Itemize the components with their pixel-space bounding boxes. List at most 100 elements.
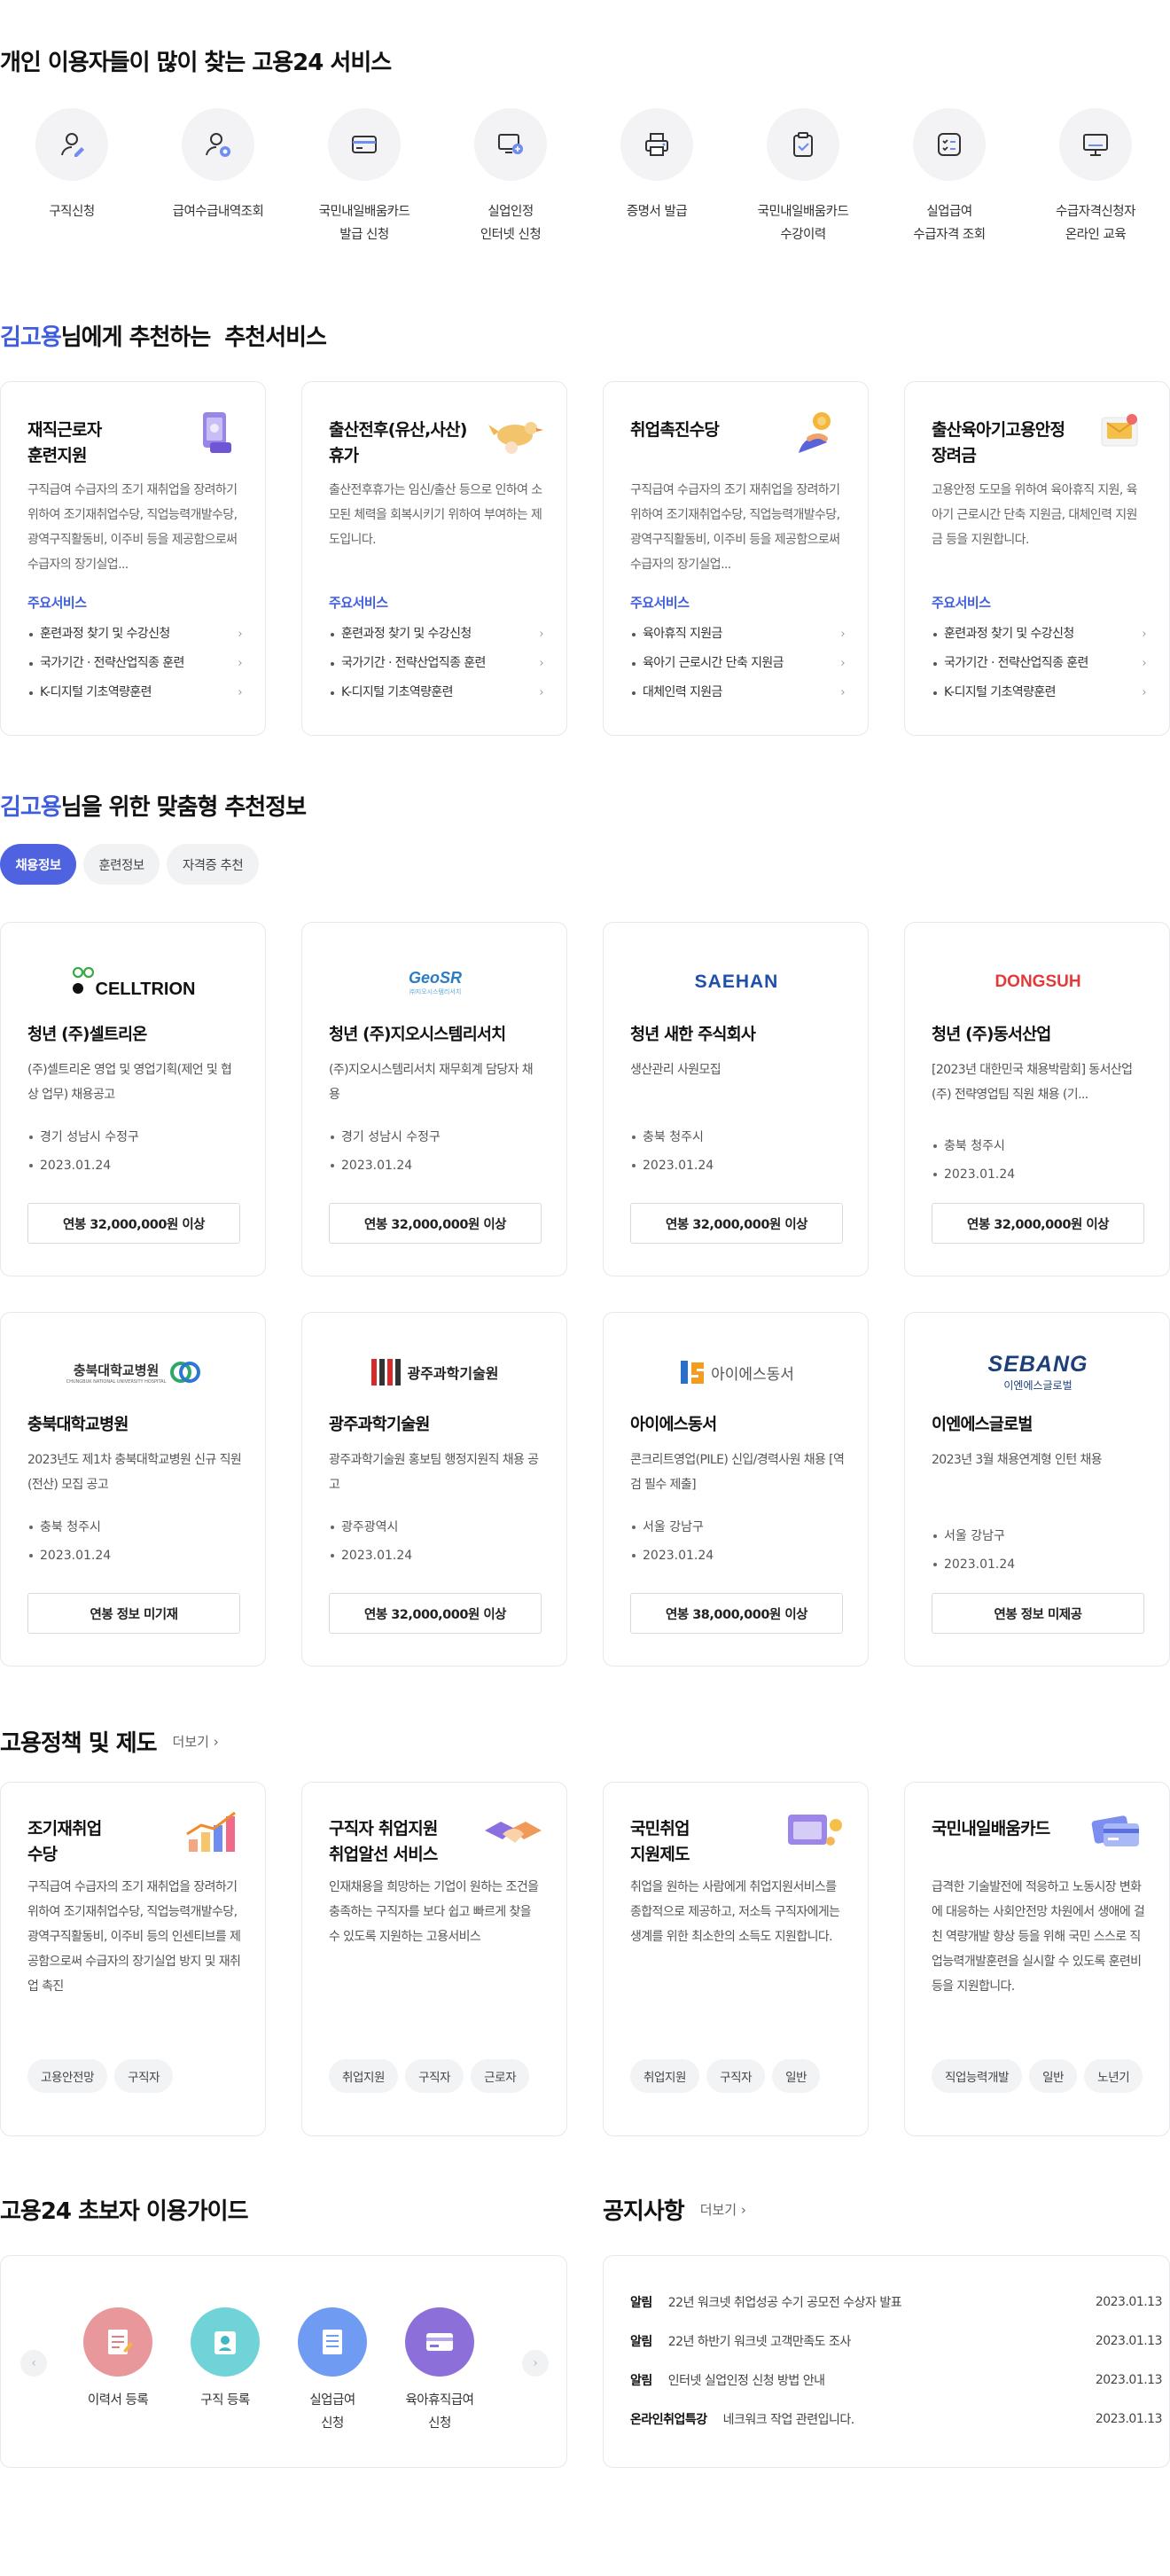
main-service-link[interactable]: K-디지털 기초역량훈련 › — [27, 678, 243, 707]
chevron-right-icon: › — [238, 657, 242, 670]
salary-button[interactable]: 연봉 32,000,000원 이상 — [27, 1203, 240, 1244]
guide-item-parental-leave[interactable]: 육아휴직급여 신청 — [391, 2307, 488, 2435]
salary-button[interactable]: 연봉 정보 미기재 — [27, 1593, 240, 1634]
policy-tags: 취업지원 구직자 일반 — [630, 2059, 821, 2093]
chevron-left-icon: ‹ — [31, 2356, 36, 2370]
salary-button[interactable]: 연봉 32,000,000원 이상 — [329, 1593, 542, 1634]
recommend-card-title: 출산전후(유산,사산) 휴가 — [329, 420, 467, 465]
chevron-right-icon: › — [213, 1734, 219, 1750]
main-services-label: 주요서비스 — [27, 595, 87, 611]
job-description: 콘크리트영업(PILE) 신입/경력사원 채용 [역검 필수 제출] — [630, 1453, 845, 1492]
main-service-link[interactable]: 국가기간 · 전략산업직종 훈련 › — [27, 649, 243, 678]
job-info: 충북 청주시 2023.01.24 — [630, 1123, 845, 1180]
services-section-title: 개인 이용자들이 많이 찾는 고용24 서비스 — [0, 50, 392, 76]
job-location: 광주광역시 — [329, 1513, 543, 1542]
job-location: 충북 청주시 — [932, 1132, 1146, 1160]
notice-row[interactable]: 알림 22년 하반기 워크넷 고객만족도 조사 2023.01.13 — [630, 2322, 1163, 2361]
notice-row[interactable]: 알림 22년 워크넷 취업성공 수기 공모전 수상자 발표 2023.01.13 — [630, 2283, 1163, 2322]
guide-item-unemployment[interactable]: 실업급여 신청 — [284, 2307, 381, 2435]
job-card-8[interactable]: SEBANG 이엔에스글로벌 이엔에스글로벌 2023년 3월 채용연계형 인턴… — [904, 1312, 1170, 1667]
card-window-icon — [426, 2333, 453, 2351]
job-location: 충북 청주시 — [27, 1513, 242, 1542]
policy-card-2[interactable]: 구직자 취업지원 취업알선 서비스 인재채용을 희망하는 기업이 원하는 조건을… — [301, 1782, 567, 2136]
recommend-card-3[interactable]: 취업촉진수당 구직급여 수급자의 조기 재취업을 장려하기 위하여 조기재취업수… — [603, 381, 869, 736]
salary-button[interactable]: 연봉 32,000,000원 이상 — [329, 1203, 542, 1244]
service-course-history[interactable]: 국민내일배움카드 수강이력 — [732, 108, 874, 246]
custom-section-title: 김고용님을 위한 맞춤형 추천정보 — [0, 794, 307, 821]
policy-tag[interactable]: 노년기 — [1084, 2059, 1143, 2093]
policy-tag[interactable]: 구직자 — [405, 2059, 464, 2093]
main-service-link[interactable]: K-디지털 기초역량훈련 › — [932, 678, 1147, 707]
notice-text: 인터넷 실업인정 신청 방법 안내 — [667, 2374, 825, 2388]
service-online-education[interactable]: 수급자격신청자 온라인 교육 — [1025, 108, 1166, 246]
salary-button[interactable]: 연봉 38,000,000원 이상 — [630, 1593, 843, 1634]
service-job-apply[interactable]: 구직신청 — [1, 108, 143, 223]
service-unemployment-online[interactable]: 실업인정 인터넷 신청 — [440, 108, 581, 246]
service-card-issue[interactable]: 국민내일배움카드 발급 신청 — [293, 108, 435, 246]
service-eligibility-lookup[interactable]: 실업급여 수급자격 조회 — [878, 108, 1020, 246]
job-location: 충북 청주시 — [630, 1123, 845, 1151]
recommend-card-1[interactable]: 재직근로자 훈련지원 구직급여 수급자의 조기 재취업을 장려하기 위하여 조기… — [0, 381, 266, 736]
job-card-2[interactable]: GeoSR ㈜지오시스템리서치 청년 (주)지오시스템리서치 (주)지오시스템리… — [301, 922, 567, 1276]
recommend-card-2[interactable]: 출산전후(유산,사산) 휴가 출산전후휴가는 임신/출산 등으로 인하여 소모된… — [301, 381, 567, 736]
notice-more-link[interactable]: 더보기 › — [700, 2200, 746, 2219]
main-service-link[interactable]: 대체인력 지원금 › — [630, 678, 846, 707]
policy-tag[interactable]: 직업능력개발 — [932, 2059, 1023, 2093]
carousel-next-button[interactable]: › — [522, 2350, 549, 2377]
carousel-prev-button[interactable]: ‹ — [20, 2350, 47, 2377]
notice-text: 네크워크 작업 관련입니다. — [722, 2413, 855, 2427]
monitor-icon — [1083, 134, 1108, 156]
policy-card-title: 국민취업 지원제도 — [630, 1819, 690, 1864]
company-name: 이엔에스글로벌 — [932, 1416, 1033, 1434]
recommend-card-title: 출산육아기고용안정 장려금 — [932, 420, 1065, 465]
main-service-link[interactable]: 육아기 근로시간 단축 지원금 › — [630, 649, 846, 678]
policy-card-3[interactable]: 국민취업 지원제도 취업을 원하는 사람에게 취업지원서비스를 종합적으로 제공… — [603, 1782, 869, 2136]
salary-button[interactable]: 연봉 정보 미제공 — [932, 1593, 1144, 1634]
policy-tag[interactable]: 구직자 — [114, 2059, 174, 2093]
job-card-5[interactable]: 충북대학교병원 CHUNGBUK NATIONAL UNIVERSITY HOS… — [0, 1312, 266, 1667]
job-card-3[interactable]: SAEHAN 청년 새한 주식회사 생산관리 사원모집 충북 청주시 2023.0… — [603, 922, 869, 1276]
policy-tag[interactable]: 고용안전망 — [27, 2059, 108, 2093]
notice-row[interactable]: 온라인취업특강 네크워크 작업 관련입니다. 2023.01.13 — [630, 2400, 1163, 2439]
notice-category: 알림 — [630, 2335, 652, 2349]
main-service-link[interactable]: 육아휴직 지원금 › — [630, 620, 846, 649]
recommend-card-4[interactable]: 출산육아기고용안정 장려금 고용안정 도모을 위하여 육아휴직 지원, 육아기 … — [904, 381, 1170, 736]
company-logo: CELLTRION — [1, 958, 267, 1006]
tab-jobs[interactable]: 채용정보 — [0, 844, 76, 885]
policy-card-1[interactable]: 조기재취업 수당 구직급여 수급자의 조기 재취업을 장려하기 위하여 조기재취… — [0, 1782, 266, 2136]
main-service-link[interactable]: 국가기간 · 전략산업직종 훈련 › — [932, 649, 1147, 678]
main-service-link[interactable]: K-디지털 기초역량훈련 › — [329, 678, 544, 707]
policy-tag[interactable]: 구직자 — [706, 2059, 766, 2093]
main-services-list: 훈련과정 찾기 및 수강신청 › 국가기간 · 전략산업직종 훈련 › K-디지털 … — [932, 620, 1147, 707]
job-card-4[interactable]: DONGSUH 청년 (주)동서산업 [2023년 대한민국 채용박람회] 동서… — [904, 922, 1170, 1276]
policy-tag[interactable]: 근로자 — [471, 2059, 530, 2093]
notice-row[interactable]: 알림 인터넷 실업인정 신청 방법 안내 2023.01.13 — [630, 2361, 1163, 2400]
tab-training[interactable]: 훈련정보 — [83, 844, 160, 885]
main-service-link[interactable]: 훈련과정 찾기 및 수강신청 › — [27, 620, 243, 649]
service-certificate[interactable]: 증명서 발급 — [586, 108, 728, 223]
guide-item-job-register[interactable]: 구직 등록 — [176, 2307, 274, 2412]
main-service-link[interactable]: 훈련과정 찾기 및 수강신청 › — [932, 620, 1147, 649]
policy-tag[interactable]: 취업지원 — [329, 2059, 399, 2093]
job-card-7[interactable]: 아이에스동서 아이에스동서 콘크리트영업(PILE) 신입/경력사원 채용 [역… — [603, 1312, 869, 1667]
job-date: 2023.01.24 — [630, 1151, 845, 1180]
salary-button[interactable]: 연봉 32,000,000원 이상 — [932, 1203, 1144, 1244]
job-seeker-icon — [61, 133, 84, 157]
job-card-6[interactable]: 광주과학기술원 광주과학기술원 광주과학기술원 홍보팀 행정지원직 채용 공고 … — [301, 1312, 567, 1667]
tab-certificate[interactable]: 자격증 추천 — [167, 844, 259, 885]
policy-card-4[interactable]: 국민내일배움카드 급격한 기술발전에 적응하고 노동시장 변화에 대응하는 사회… — [904, 1782, 1170, 2136]
guide-item-resume[interactable]: 이력서 등록 — [69, 2307, 167, 2412]
main-service-link[interactable]: 국가기간 · 전략산업직종 훈련 › — [329, 649, 544, 678]
chevron-right-icon: › — [539, 686, 543, 699]
job-date: 2023.01.24 — [27, 1151, 242, 1180]
salary-button[interactable]: 연봉 32,000,000원 이상 — [630, 1203, 843, 1244]
company-name: 아이에스동서 — [630, 1416, 717, 1434]
main-service-link[interactable]: 훈련과정 찾기 및 수강신청 › — [329, 620, 544, 649]
job-card-1[interactable]: CELLTRION 청년 (주)셀트리온 (주)셀트리온 영업 및 영업기획(제… — [0, 922, 266, 1276]
policy-tag[interactable]: 취업지원 — [630, 2059, 700, 2093]
policy-more-link[interactable]: 더보기 › — [173, 1732, 219, 1751]
company-logo: 광주과학기술원 — [302, 1348, 568, 1396]
policy-tag[interactable]: 일반 — [772, 2059, 821, 2093]
policy-tag[interactable]: 일반 — [1029, 2059, 1078, 2093]
service-benefit-lookup[interactable]: 급여수급내역조회 — [147, 108, 289, 223]
